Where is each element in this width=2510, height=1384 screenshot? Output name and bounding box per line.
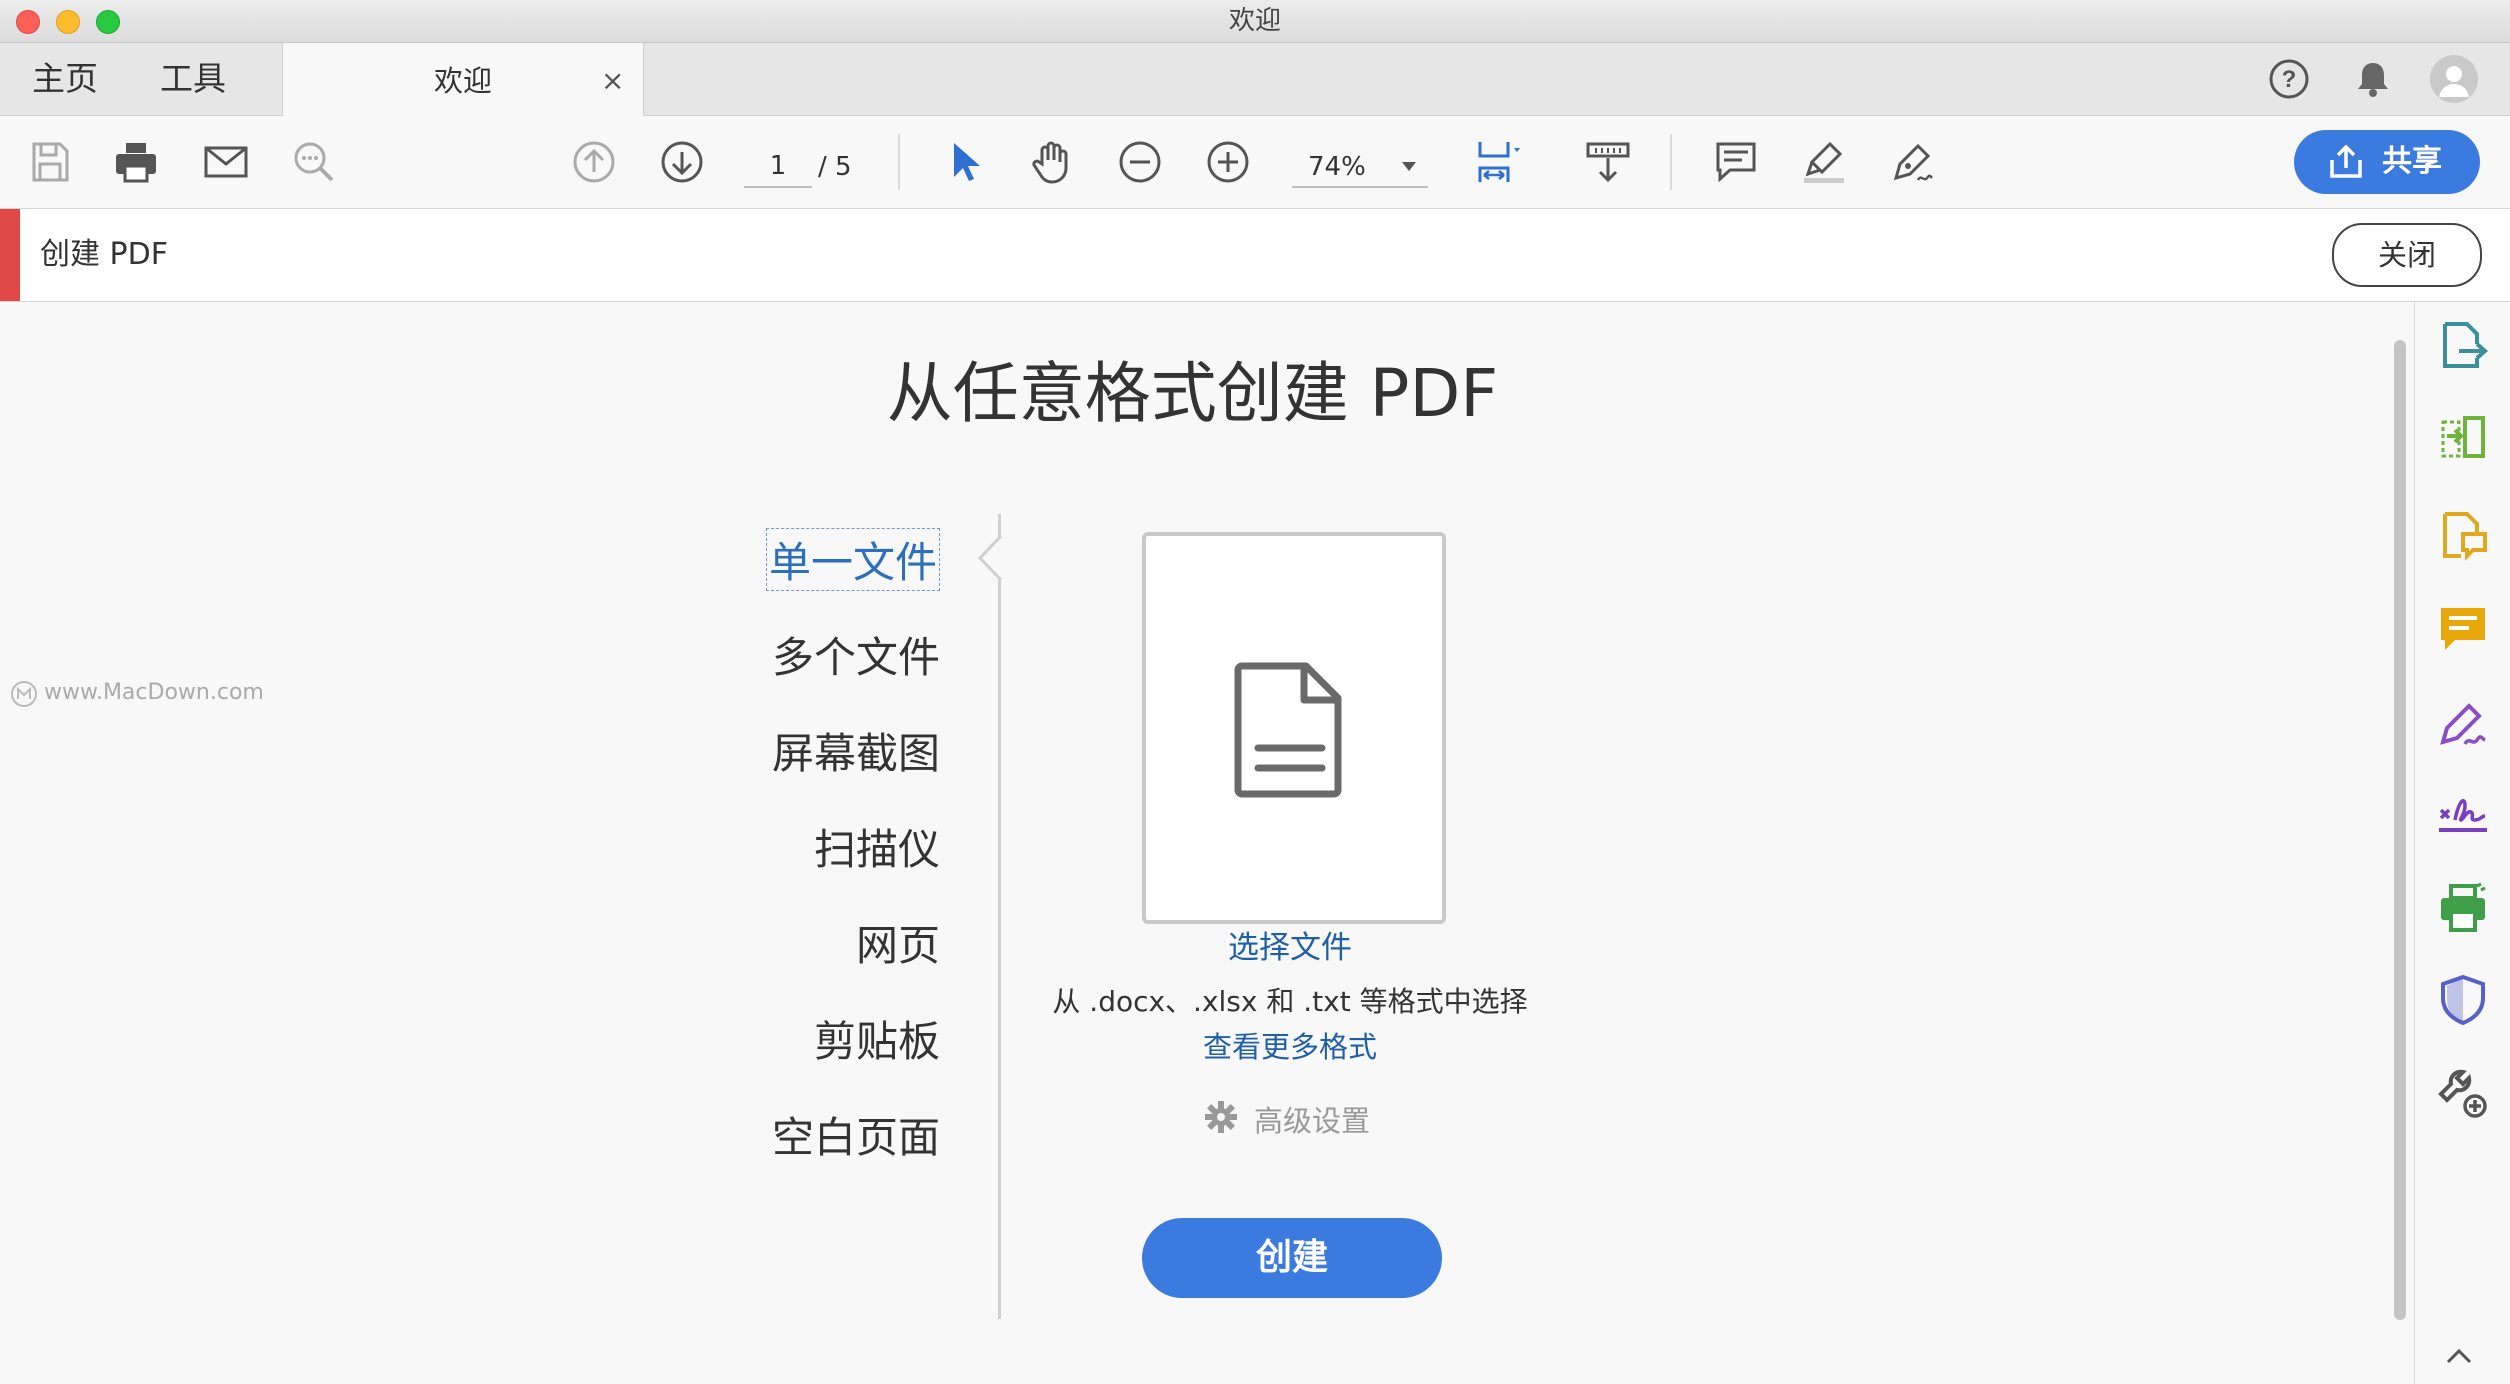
create-pdf-bar: 创建 PDF 关闭 xyxy=(0,209,2510,302)
sign-pen-icon[interactable] xyxy=(1884,134,1940,190)
next-page-icon[interactable] xyxy=(654,134,710,190)
share-button[interactable]: 共享 xyxy=(2294,130,2480,194)
previous-page-icon[interactable] xyxy=(566,134,622,190)
help-icon[interactable]: ? xyxy=(2268,58,2310,100)
comment-icon[interactable] xyxy=(1708,134,1764,190)
export-pdf-icon[interactable] xyxy=(2437,320,2489,372)
user-avatar[interactable] xyxy=(2430,55,2478,103)
page-total: / 5 xyxy=(818,152,852,182)
share-label: 共享 xyxy=(2382,144,2442,179)
menu-single-file[interactable]: 单一文件 xyxy=(765,528,940,591)
notification-bell-icon[interactable] xyxy=(2352,58,2394,100)
more-formats-link[interactable]: 查看更多格式 xyxy=(990,1024,1590,1066)
comment-document-icon[interactable] xyxy=(2437,510,2489,562)
menu-divider xyxy=(998,514,1001,1319)
zoom-value: 74% xyxy=(1308,152,1366,182)
create-pdf-title: 创建 PDF xyxy=(40,237,168,272)
tab-bar: 主页 工具 欢迎 × ? xyxy=(0,43,2510,116)
scroll-mode-icon[interactable] xyxy=(1580,134,1636,190)
protect-icon[interactable] xyxy=(2437,974,2489,1026)
zoom-in-icon[interactable] xyxy=(1200,134,1256,190)
tab-welcome[interactable]: 欢迎 × xyxy=(282,43,644,116)
window-title: 欢迎 xyxy=(1228,6,1281,36)
menu-blank-page[interactable]: 空白页面 xyxy=(772,1104,940,1165)
menu-clipboard[interactable]: 剪贴板 xyxy=(814,1008,940,1069)
menu-webpage[interactable]: 网页 xyxy=(856,912,940,973)
chevron-down-icon xyxy=(1402,162,1416,171)
selection-pointer xyxy=(978,536,1002,580)
toolbar: 1 / 5 74% 共享 xyxy=(0,116,2510,209)
watermark-text: www.MacDown.com xyxy=(44,680,264,705)
gear-icon xyxy=(1205,1101,1237,1133)
menu-screenshot[interactable]: 屏幕截图 xyxy=(772,720,940,781)
tab-tools[interactable]: 工具 xyxy=(160,43,226,115)
page-title: 从任意格式创建 PDF xyxy=(886,355,1499,432)
print-icon[interactable] xyxy=(108,134,164,190)
select-tool-icon[interactable] xyxy=(936,134,992,190)
chevron-up-icon[interactable] xyxy=(2445,1346,2473,1366)
scrollbar-thumb[interactable] xyxy=(2394,340,2406,1320)
menu-scanner[interactable]: 扫描仪 xyxy=(814,816,940,877)
svg-text:?: ? xyxy=(2282,66,2297,93)
share-icon xyxy=(2330,144,2362,178)
page-number-input[interactable]: 1 xyxy=(744,146,812,188)
watermark-logo-icon xyxy=(11,681,37,707)
save-icon[interactable] xyxy=(22,134,78,190)
advanced-settings-label: 高级设置 xyxy=(1254,1104,1371,1138)
fill-sign-icon[interactable] xyxy=(2437,698,2489,750)
email-icon[interactable] xyxy=(198,134,254,190)
create-button[interactable]: 创建 xyxy=(1142,1218,1442,1298)
toolbar-divider xyxy=(898,134,900,190)
document-icon xyxy=(1234,662,1342,798)
print-production-icon[interactable] xyxy=(2437,882,2489,934)
tab-home[interactable]: 主页 xyxy=(32,43,98,115)
right-tools-panel xyxy=(2414,302,2510,1384)
tab-welcome-label: 欢迎 xyxy=(433,64,492,98)
search-icon[interactable] xyxy=(286,134,342,190)
organize-pages-icon[interactable] xyxy=(2437,412,2489,464)
file-drop-area[interactable] xyxy=(1142,532,1446,924)
close-tab-icon[interactable]: × xyxy=(601,43,624,116)
fit-page-icon[interactable] xyxy=(1468,134,1524,190)
toolbar-divider xyxy=(1670,134,1672,190)
zoom-select[interactable]: 74% xyxy=(1292,146,1428,188)
request-signature-icon[interactable] xyxy=(2437,788,2489,840)
highlight-icon[interactable] xyxy=(1796,134,1852,190)
hand-tool-icon[interactable] xyxy=(1024,134,1080,190)
add-comment-icon[interactable] xyxy=(2437,604,2489,656)
formats-description: 从 .docx、.xlsx 和 .txt 等格式中选择 xyxy=(1052,985,1528,1018)
select-file-link[interactable]: 选择文件 xyxy=(990,922,1590,967)
menu-multiple-files[interactable]: 多个文件 xyxy=(772,624,940,685)
accent-stripe xyxy=(0,209,20,301)
more-tools-icon[interactable] xyxy=(2437,1066,2489,1118)
zoom-out-icon[interactable] xyxy=(1112,134,1168,190)
close-button[interactable]: 关闭 xyxy=(2332,223,2482,287)
